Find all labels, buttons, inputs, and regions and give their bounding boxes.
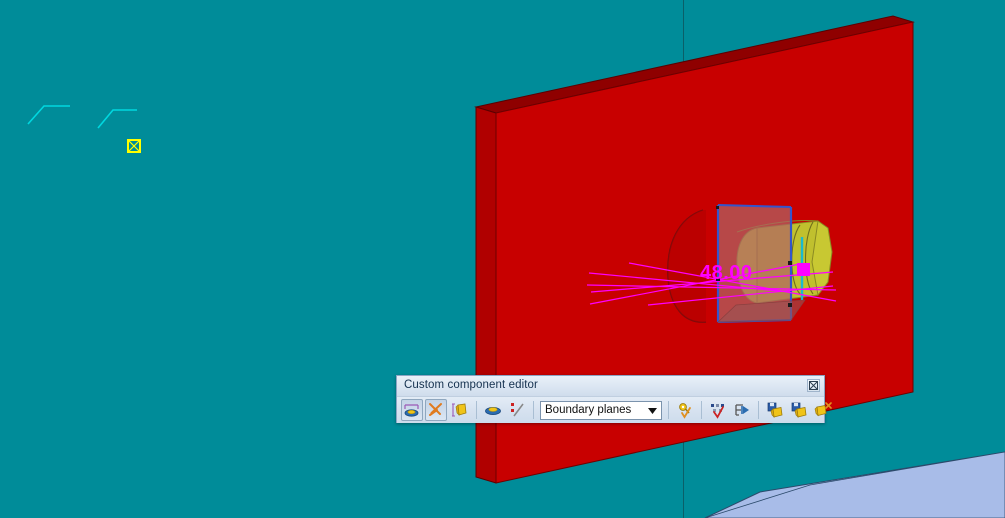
custom-component-editor-dialog[interactable]: Custom component editor Boundary planes: [396, 375, 832, 423]
close-component-button[interactable]: [812, 399, 834, 421]
dialog-title-bar[interactable]: Custom component editor: [397, 376, 824, 397]
construction-line-icon: [429, 403, 442, 416]
variables-button[interactable]: [731, 399, 753, 421]
line-point-visibility-icon: [511, 403, 524, 417]
dialog-title: Custom component editor: [404, 379, 538, 391]
save-as-component-button[interactable]: [788, 399, 810, 421]
construction-point-button[interactable]: [449, 399, 471, 421]
save-as-component-icon: [791, 402, 807, 418]
dimension-label: 48.00: [700, 262, 753, 284]
variables-icon: [735, 404, 749, 416]
show-line-point-button[interactable]: [506, 399, 528, 421]
separator-1: [476, 401, 477, 419]
separator-4: [701, 401, 702, 419]
close-component-icon: [814, 402, 832, 417]
bind-button[interactable]: [674, 399, 696, 421]
slab-left-face: [475, 106, 497, 484]
construction-point-icon: [452, 403, 467, 417]
plane-type-dropdown-value: Boundary planes: [545, 404, 632, 416]
chevron-down-icon[interactable]: [648, 401, 657, 419]
node-point: [788, 303, 792, 307]
save-component-button[interactable]: [764, 399, 786, 421]
separator-5: [758, 401, 759, 419]
dialog-toolbar[interactable]: Boundary planes: [397, 397, 832, 423]
selected-point-handle: [797, 263, 810, 276]
separator-3: [668, 401, 669, 419]
plane-type-dropdown[interactable]: Boundary planes: [540, 400, 662, 420]
close-icon[interactable]: [807, 379, 820, 392]
save-component-icon: [767, 402, 783, 418]
select-objects-icon: [711, 404, 724, 419]
show-plane-button[interactable]: [482, 399, 504, 421]
plane-visibility-icon: [485, 407, 501, 415]
bind-icon: [679, 403, 691, 419]
node-point: [788, 261, 792, 265]
model-viewport-3d[interactable]: 48.00: [0, 0, 1005, 518]
node-point: [716, 206, 719, 209]
construction-line-button[interactable]: [425, 399, 447, 421]
construction-plane-button[interactable]: [401, 399, 423, 421]
application-window: 48.00 Custom component editor Boundary p…: [0, 0, 1005, 518]
select-objects-button[interactable]: [707, 399, 729, 421]
separator-2: [533, 401, 534, 419]
